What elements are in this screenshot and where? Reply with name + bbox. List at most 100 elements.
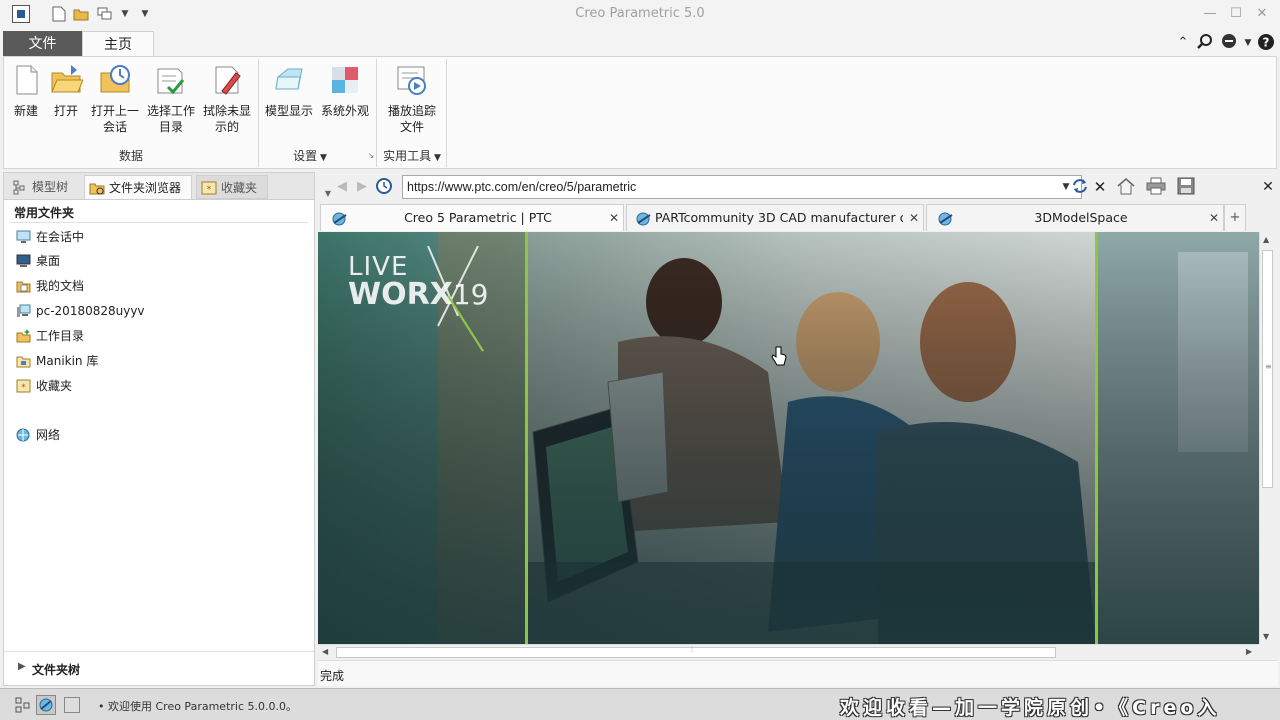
folder-item-working-dir[interactable]: 工作目录 (16, 326, 84, 346)
browser-tab-3dmodelspace[interactable]: 3DModelSpace ✕ (926, 204, 1224, 231)
tab-folder-browser[interactable]: 文件夹浏览器 (84, 175, 192, 199)
history-icon[interactable] (374, 177, 394, 197)
close-tab-icon[interactable]: ✕ (1209, 205, 1219, 231)
scroll-down-icon[interactable]: ▼ (1263, 632, 1269, 641)
creo-app: ▼ ▼ Creo Parametric 5.0 — ☐ ✕ 文件 主页 ⌃ ▼ … (0, 0, 1280, 720)
folder-item-manikin-library[interactable]: Manikin 库 (16, 351, 98, 371)
tab-home[interactable]: 主页 (82, 31, 154, 57)
folder-item-label: 在会话中 (36, 230, 85, 244)
folder-browser-label: 文件夹浏览器 (109, 181, 182, 195)
play-trail-file-button[interactable]: 播放追踪 文件 (384, 63, 440, 135)
status-bar: • 欢迎使用 Creo Parametric 5.0.0.0。 欢迎收看—加一学… (0, 688, 1280, 720)
select-working-dir-icon (154, 63, 188, 97)
folder-tree-section[interactable]: ▶ 文件夹树 (4, 651, 314, 685)
svg-text:*: * (21, 383, 26, 393)
grip-icon: ≡ (1265, 362, 1272, 371)
open-icon (49, 63, 84, 97)
ptc-browser-icon (937, 210, 955, 226)
ribbon-tabs: 文件 主页 ⌃ ▼ ? (0, 30, 1280, 57)
navigator-tabs: 模型树 文件夹浏览器 * 收藏夹 (3, 172, 315, 200)
group-settings-label[interactable]: 设置 ▼ (290, 147, 330, 164)
folder-item-label: pc-20180828uyyv (36, 304, 145, 318)
web-content[interactable]: LIVE WORX19 (318, 232, 1259, 644)
new-tab-button[interactable]: + (1224, 204, 1246, 231)
open-last-session-icon (98, 63, 132, 97)
computer-icon (16, 304, 31, 318)
folder-item-in-session[interactable]: 在会话中 (16, 227, 84, 247)
select-working-dir-button[interactable]: 选择工作 目录 (144, 63, 198, 135)
url-input[interactable] (402, 175, 1082, 199)
documents-icon (16, 279, 31, 293)
scroll-up-icon[interactable]: ▲ (1263, 235, 1269, 244)
forward-icon[interactable]: ▶ (352, 177, 372, 197)
grip-icon: ⦙ (691, 645, 694, 655)
browser-tab-partcommunity[interactable]: PARTcommunity 3D CAD manufacturer cata ✕ (626, 204, 924, 231)
group-separator (446, 59, 447, 167)
print-icon[interactable] (1146, 177, 1166, 197)
folder-browser-panel: 常用文件夹 在会话中 桌面 我的文档 pc-20180828uyyv 工作目录 … (3, 200, 315, 686)
browser-toolbar: ▼ ◀ ▶ ▼ ✕ ✕ (318, 172, 1278, 202)
model-display-icon (272, 63, 306, 97)
group-utilities-text: 实用工具 (383, 149, 432, 163)
group-utilities-label[interactable]: 实用工具 ▼ (380, 147, 444, 164)
folder-item-desktop[interactable]: 桌面 (16, 251, 60, 271)
close-window-button[interactable]: ✕ (1252, 4, 1272, 24)
folder-tree-label: 文件夹树 (32, 663, 81, 677)
chevron-down-icon: ▼ (317, 153, 327, 163)
divider (10, 222, 308, 223)
close-browser-icon[interactable]: ✕ (1258, 177, 1278, 197)
collapse-ribbon-icon[interactable]: ⌃ (1173, 33, 1193, 53)
maximize-button[interactable]: ☐ (1226, 4, 1246, 24)
folder-item-label: 收藏夹 (36, 379, 73, 393)
refresh-icon[interactable] (1070, 177, 1090, 197)
open-last-session-button[interactable]: 打开上一 会话 (88, 63, 142, 135)
scroll-right-icon[interactable]: ▶ (1246, 647, 1252, 656)
community-dropdown-icon[interactable]: ▼ (1238, 33, 1258, 53)
stop-icon[interactable]: ✕ (1090, 177, 1110, 197)
model-tree-label: 模型树 (32, 180, 69, 194)
session-icon (16, 230, 31, 244)
system-appearance-button[interactable]: 系统外观 (318, 63, 372, 119)
browser-toggle-icon[interactable] (36, 695, 56, 715)
help-icon[interactable]: ? (1256, 33, 1276, 53)
svg-text:?: ? (1263, 36, 1270, 50)
erase-not-displayed-label: 拭除未显 示的 (202, 104, 251, 134)
close-tab-icon[interactable]: ✕ (909, 205, 919, 231)
folder-item-label: 我的文档 (36, 279, 85, 293)
folder-item-network[interactable]: 网络 (16, 425, 60, 445)
tab-file[interactable]: 文件 (3, 31, 82, 57)
system-appearance-label: 系统外观 (320, 104, 369, 118)
close-tab-icon[interactable]: ✕ (609, 205, 619, 231)
network-icon (16, 428, 31, 442)
folder-item-label: Manikin 库 (36, 354, 99, 368)
save-page-icon[interactable] (1176, 177, 1196, 197)
new-button[interactable]: 新建 (6, 63, 46, 119)
scrollbar-thumb[interactable] (336, 647, 1056, 658)
vertical-scrollbar[interactable]: ▲ ≡ ▼ (1259, 232, 1275, 644)
window-title: Creo Parametric 5.0 (575, 6, 705, 21)
folder-item-favorites[interactable]: * 收藏夹 (16, 376, 72, 396)
minimize-button[interactable]: — (1200, 4, 1220, 24)
full-screen-toggle-icon[interactable] (64, 697, 80, 713)
play-trail-file-label: 播放追踪 文件 (387, 104, 436, 134)
back-icon[interactable]: ◀ (332, 177, 352, 197)
browser-tab-creo[interactable]: Creo 5 Parametric | PTC ✕ (320, 204, 624, 231)
desktop-icon (16, 254, 31, 268)
ptc-browser-icon (635, 210, 653, 226)
scroll-left-icon[interactable]: ◀ (322, 647, 328, 656)
open-button[interactable]: 打开 (48, 63, 84, 119)
search-icon[interactable] (1195, 33, 1215, 53)
horizontal-scrollbar[interactable]: ◀ ⦙ ▶ (318, 644, 1259, 660)
folder-item-computer[interactable]: pc-20180828uyyv (16, 301, 145, 321)
tab-model-tree[interactable]: 模型树 (8, 175, 80, 199)
browser-tab-label: 3DModelSpace (1034, 210, 1128, 225)
erase-not-displayed-button[interactable]: 拭除未显 示的 (200, 63, 254, 135)
navigator-toggle-icon[interactable] (14, 696, 32, 714)
folder-item-my-documents[interactable]: 我的文档 (16, 276, 84, 296)
model-display-button[interactable]: 模型显示 (262, 63, 316, 119)
home-icon[interactable] (1116, 177, 1136, 197)
community-icon[interactable] (1219, 33, 1239, 53)
favorites-icon: * (16, 379, 31, 393)
settings-launcher-icon[interactable]: ↘ (364, 151, 378, 160)
tab-favorites[interactable]: * 收藏夹 (196, 175, 268, 199)
